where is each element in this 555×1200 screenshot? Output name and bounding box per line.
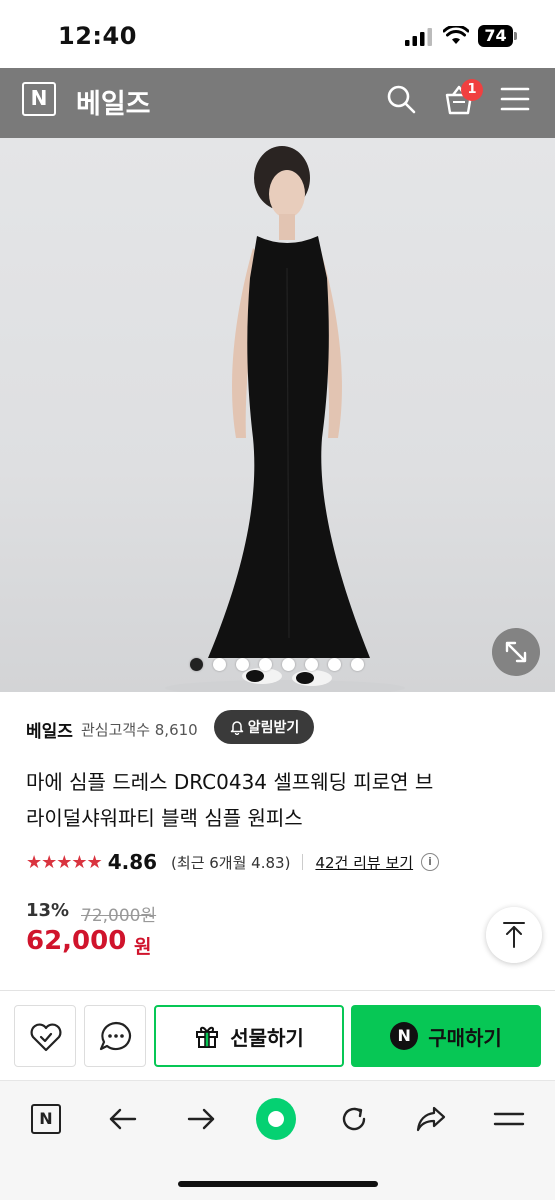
npay-icon: N: [390, 1022, 419, 1050]
recent-rating: (최근 6개월 4.83): [171, 853, 291, 872]
carousel-dot[interactable]: [259, 657, 272, 671]
model-photo: [165, 146, 405, 692]
rating-value: 4.86: [107, 850, 158, 874]
carousel-dot[interactable]: [236, 657, 249, 671]
refresh-icon: [342, 1107, 366, 1131]
wishlist-button[interactable]: [14, 1005, 76, 1067]
info-icon[interactable]: i: [421, 853, 440, 871]
green-home-button[interactable]: [256, 1098, 296, 1140]
divider: [302, 854, 304, 870]
naver-home-button[interactable]: N: [26, 1099, 66, 1139]
green-dot-icon: [256, 1098, 296, 1140]
product-image[interactable]: [0, 138, 555, 692]
gift-label: 선물하기: [230, 1025, 304, 1050]
refresh-button[interactable]: [334, 1099, 374, 1139]
buy-label: 구매하기: [428, 1025, 502, 1050]
cart-badge: 1: [461, 79, 483, 101]
store-name[interactable]: 베일즈: [26, 717, 73, 742]
carousel-dots: [190, 657, 364, 671]
carousel-dot[interactable]: [328, 657, 341, 671]
bell-plus-icon: [230, 721, 243, 735]
battery-level: 74: [478, 25, 513, 47]
status-bar: 12:40 74: [0, 0, 555, 68]
arrow-right-icon: [187, 1108, 215, 1130]
carousel-dot[interactable]: [351, 657, 364, 671]
naver-n-icon: N: [31, 1104, 61, 1134]
battery-icon: 74: [478, 25, 518, 47]
carousel-dot[interactable]: [305, 657, 318, 671]
status-time: 12:40: [58, 22, 137, 50]
gift-button[interactable]: 선물하기: [154, 1005, 344, 1067]
menu-lines-icon: [493, 1112, 525, 1126]
signal-icon: [405, 28, 432, 46]
product-title-line: 마에 심플 드레스 DRC0434 셀프웨딩 피로연 브: [26, 770, 434, 794]
arrow-left-icon: [109, 1108, 137, 1130]
wifi-icon: [443, 26, 469, 44]
review-link[interactable]: 42건 리뷰 보기: [315, 852, 413, 873]
naver-logo-button[interactable]: N: [22, 82, 56, 116]
heart-check-icon: [30, 1023, 62, 1052]
scroll-top-icon[interactable]: [486, 907, 542, 963]
buy-button[interactable]: N 구매하기: [351, 1005, 541, 1067]
share-button[interactable]: [411, 1099, 451, 1139]
expand-icon[interactable]: [492, 628, 540, 676]
original-price: 72,000원: [81, 906, 157, 926]
follower-count: 관심고객수 8,610: [81, 721, 198, 739]
sale-price-unit: 원: [134, 936, 152, 958]
rating-row: ★★★★★ 4.86 (최근 6개월 4.83) 42건 리뷰 보기 i: [26, 849, 440, 875]
notify-label: 알림받기: [247, 720, 300, 736]
discount-rate: 13%: [26, 900, 70, 921]
purchase-action-bar: 선물하기 N 구매하기: [0, 990, 555, 1080]
notify-button[interactable]: 알림받기: [214, 710, 314, 744]
home-indicator: [178, 1181, 378, 1187]
store-title[interactable]: 베일즈: [76, 82, 151, 121]
carousel-dot[interactable]: [213, 657, 226, 671]
chat-button[interactable]: [84, 1005, 146, 1067]
share-icon: [416, 1106, 446, 1132]
product-title-line: 라이덜샤워파티 블랙 심플 원피스: [26, 806, 303, 830]
forward-button[interactable]: [181, 1099, 221, 1139]
menu-icon[interactable]: [500, 86, 530, 112]
carousel-dot[interactable]: [282, 657, 295, 671]
carousel-dot[interactable]: [190, 657, 203, 671]
product-title: 마에 심플 드레스 DRC0434 셀프웨딩 피로연 브 라이덜샤워파티 블랙 …: [26, 764, 531, 836]
search-icon[interactable]: [386, 84, 416, 114]
browser-menu-button[interactable]: [489, 1099, 529, 1139]
sale-price: 62,000: [26, 926, 127, 956]
chat-bubble-icon: [99, 1021, 132, 1051]
rating-stars: ★★★★★: [26, 851, 103, 873]
back-button[interactable]: [103, 1099, 143, 1139]
gift-icon: [196, 1026, 219, 1048]
